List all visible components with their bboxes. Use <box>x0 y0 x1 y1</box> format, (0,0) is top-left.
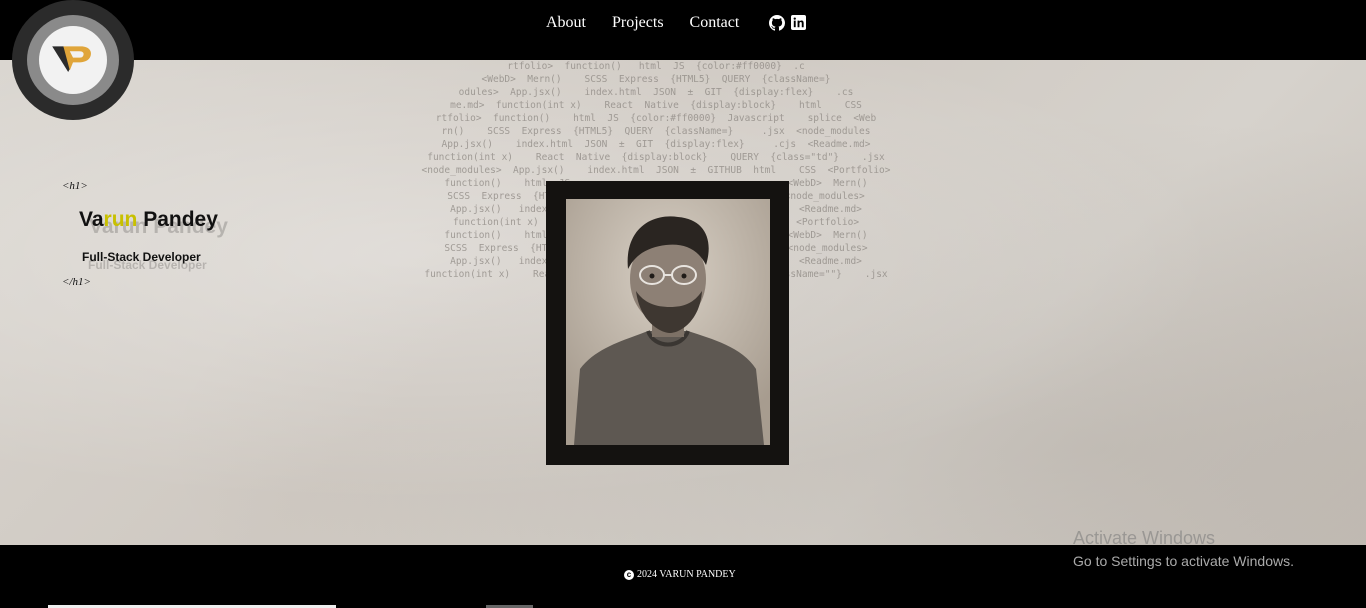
code-line: App.jsx() index.html JSON ± GIT {display… <box>441 139 871 150</box>
name-part-1: Va <box>79 208 104 231</box>
nav-projects-link[interactable]: Projects <box>612 14 664 32</box>
code-line: <node_modules> App.jsx() index.html JSON… <box>421 165 891 176</box>
name-highlight: run <box>103 208 138 231</box>
hero-role: Full-Stack Developer <box>82 250 201 264</box>
activate-title: Activate Windows <box>1073 528 1216 548</box>
portrait-image <box>566 199 770 445</box>
code-line: me.md> function(int x) React Native {dis… <box>450 100 862 111</box>
activate-subtitle: Go to Settings to activate Windows. <box>1073 553 1294 569</box>
code-line: rtfolio> function() html JS {color:#ff00… <box>507 61 805 72</box>
code-line: odules> App.jsx() index.html JSON ± GIT … <box>458 87 854 98</box>
h1-close-tag: </h1> <box>62 276 91 288</box>
portrait-sketch <box>566 199 770 445</box>
nav-links: About Projects Contact <box>546 14 813 32</box>
copyright: c 2024 VARUN PANDEY <box>624 569 736 580</box>
site-logo[interactable] <box>12 0 134 120</box>
portrait-frame <box>546 181 789 465</box>
linkedin-icon[interactable] <box>791 15 807 31</box>
github-icon[interactable] <box>769 15 786 31</box>
nav-about-link[interactable]: About <box>546 14 586 32</box>
vp-logo-icon <box>52 46 91 72</box>
copyright-icon: c <box>624 569 634 580</box>
nav-contact-link[interactable]: Contact <box>690 14 740 32</box>
hero-name: Varun Pandey <box>79 208 218 232</box>
code-line: rn() SCSS Express {HTML5} QUERY {classNa… <box>441 126 871 137</box>
name-part-2: Pandey <box>137 208 218 231</box>
activate-windows-watermark: Activate Windows Go to Settings to activ… <box>1073 528 1294 569</box>
h1-open-tag: <h1> <box>62 180 88 192</box>
navbar: About Projects Contact <box>0 0 1366 60</box>
code-line: function(int x) React Native {display:bl… <box>427 152 885 163</box>
hero-section: rtfolio> function() html JS {color:#ff00… <box>0 60 1366 545</box>
logo-ring <box>27 15 119 105</box>
logo-badge <box>39 26 107 94</box>
copyright-text: 2024 VARUN PANDEY <box>637 569 736 580</box>
code-line: <WebD> Mern() SCSS Express {HTML5} QUERY… <box>481 74 831 85</box>
code-line: rtfolio> function() html JS {color:#ff00… <box>435 113 877 124</box>
